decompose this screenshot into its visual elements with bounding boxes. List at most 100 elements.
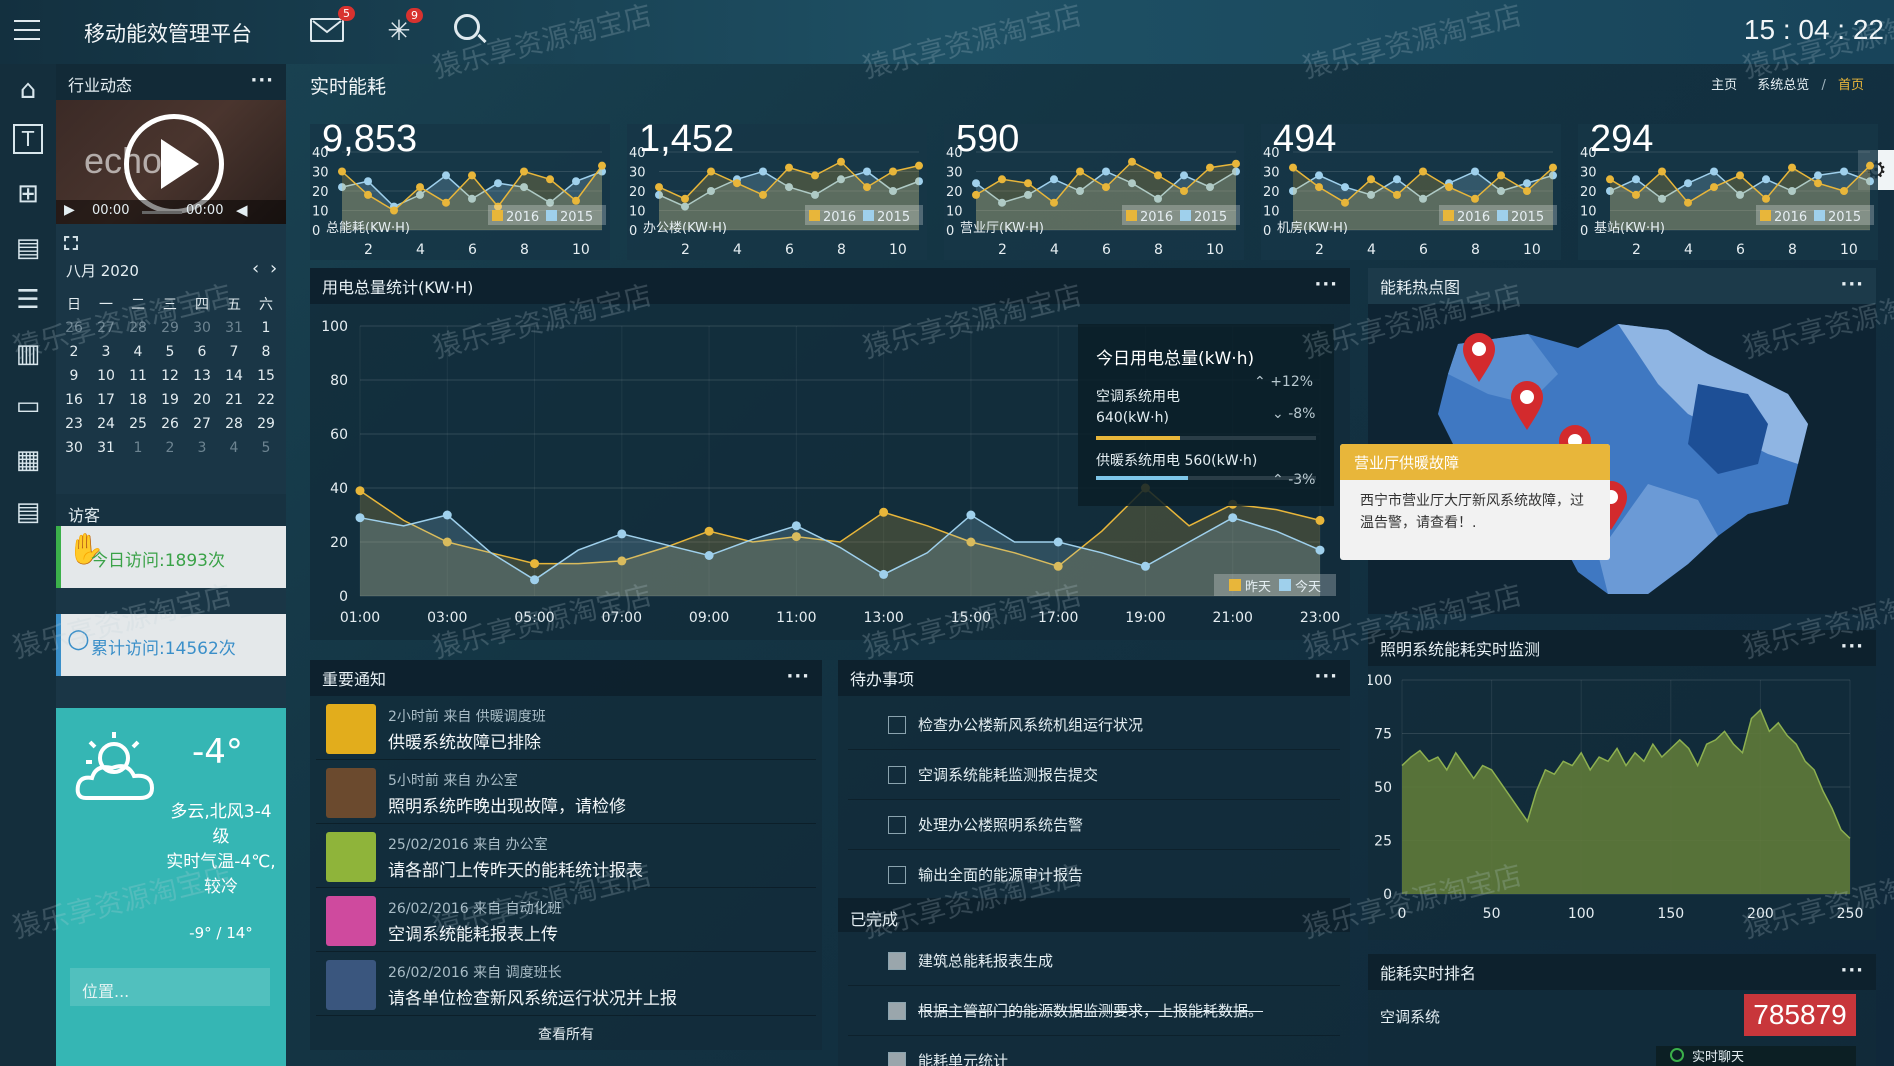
view-all-link[interactable]: 查看所有 xyxy=(310,1024,822,1044)
volume-icon[interactable]: ◀ xyxy=(236,201,248,219)
todo-item[interactable]: 空调系统能耗监测报告提交 xyxy=(848,750,1340,800)
calendar-day[interactable]: 7 xyxy=(218,340,250,364)
folder-icon[interactable]: ▭ xyxy=(10,388,46,424)
more-icon[interactable]: ··· xyxy=(1314,666,1338,687)
fullscreen-icon[interactable] xyxy=(64,236,78,250)
grid-icon[interactable]: ⊞ xyxy=(10,176,46,212)
chart-icon[interactable]: ▥ xyxy=(10,336,46,372)
more-icon[interactable]: ··· xyxy=(250,70,274,91)
todo-item[interactable]: 检查办公楼新风系统机组运行状况 xyxy=(848,700,1340,750)
x-tick-label: 0 xyxy=(1398,906,1407,922)
todo-checkbox[interactable] xyxy=(888,815,906,834)
notice-item[interactable]: 25/02/2016 来自 办公室 请各部门上传昨天的能耗统计报表 xyxy=(316,826,816,888)
calendar-day[interactable]: 30 xyxy=(186,316,218,340)
calendar-day[interactable]: 2 xyxy=(58,340,90,364)
calendar-day[interactable]: 4 xyxy=(218,436,250,460)
y-tick-label: 0 xyxy=(312,224,320,239)
calendar-day[interactable]: 6 xyxy=(186,340,218,364)
calendar-day[interactable]: 21 xyxy=(218,388,250,412)
mail-icon[interactable]: 5 xyxy=(310,6,355,42)
breadcrumb-current[interactable]: 首页 xyxy=(1838,78,1864,93)
todo-item[interactable]: 输出全面的能源审计报告 xyxy=(848,850,1340,900)
notice-item[interactable]: 26/02/2016 来自 自动化班 空调系统能耗报表上传 xyxy=(316,890,816,952)
calendar-day[interactable]: 15 xyxy=(250,364,282,388)
calendar-day[interactable]: 1 xyxy=(122,436,154,460)
done-checkbox[interactable] xyxy=(888,1001,906,1020)
calendar-day[interactable]: 29 xyxy=(154,316,186,340)
calendar-day[interactable]: 19 xyxy=(154,388,186,412)
prev-month-icon[interactable]: ‹ xyxy=(252,258,259,279)
chat-badge[interactable]: 实时聊天 xyxy=(1656,1046,1856,1066)
calendar-day[interactable]: 9 xyxy=(58,364,90,388)
calendar-day[interactable]: 4 xyxy=(122,340,154,364)
calendar-day[interactable]: 28 xyxy=(218,412,250,436)
calendar-day[interactable]: 16 xyxy=(58,388,90,412)
calendar-day[interactable]: 11 xyxy=(122,364,154,388)
calendar-day[interactable]: 27 xyxy=(186,412,218,436)
calendar-day[interactable]: 29 xyxy=(250,412,282,436)
home-icon[interactable]: ⌂ xyxy=(10,72,46,108)
calendar-day[interactable]: 27 xyxy=(90,316,122,340)
play-small-icon[interactable]: ▶ xyxy=(64,202,75,218)
more-icon[interactable]: ··· xyxy=(1840,274,1864,295)
calendar-day[interactable]: 12 xyxy=(154,364,186,388)
calendar-day[interactable]: 8 xyxy=(250,340,282,364)
calendar-day[interactable]: 3 xyxy=(186,436,218,460)
todo-checkbox[interactable] xyxy=(888,715,906,734)
todo-checkbox[interactable] xyxy=(888,865,906,884)
calendar-day[interactable]: 20 xyxy=(186,388,218,412)
calendar-day[interactable]: 30 xyxy=(58,436,90,460)
more-icon[interactable]: ··· xyxy=(1314,274,1338,295)
legend-swatch xyxy=(1126,210,1137,221)
layout-icon[interactable]: ▤ xyxy=(10,494,46,530)
alert-icon[interactable]: ✳ 9 xyxy=(382,8,423,48)
play-icon[interactable] xyxy=(124,114,224,214)
calendar-icon[interactable]: ▦ xyxy=(10,442,46,478)
more-icon[interactable]: ··· xyxy=(1840,636,1864,657)
calendar-day[interactable]: 31 xyxy=(90,436,122,460)
more-icon[interactable]: ··· xyxy=(1840,960,1864,981)
calendar-day[interactable]: 31 xyxy=(218,316,250,340)
done-item[interactable]: 根据主管部门的能源数据监测要求，上报能耗数据。 xyxy=(848,986,1340,1036)
breadcrumb-overview[interactable]: 系统总览 xyxy=(1757,78,1809,93)
notice-item[interactable]: 2小时前 来自 供暖调度班 供暖系统故障已排除 xyxy=(316,698,816,760)
next-month-icon[interactable]: › xyxy=(270,258,277,279)
todo-label: 检查办公楼新风系统机组运行状况 xyxy=(918,716,1144,734)
calendar-day[interactable]: 28 xyxy=(122,316,154,340)
more-icon[interactable]: ··· xyxy=(786,666,810,687)
list-icon[interactable]: ☰ xyxy=(10,282,46,318)
calendar-day[interactable]: 22 xyxy=(250,388,282,412)
calendar-day[interactable]: 2 xyxy=(154,436,186,460)
notice-item[interactable]: 26/02/2016 来自 调度班长 请各单位检查新风系统运行状况并上报 xyxy=(316,954,816,1016)
calendar-day[interactable]: 13 xyxy=(186,364,218,388)
x-tick-label: 6 xyxy=(468,242,477,258)
calendar-day[interactable]: 1 xyxy=(250,316,282,340)
todo-checkbox[interactable] xyxy=(888,765,906,784)
calendar-day[interactable]: 17 xyxy=(90,388,122,412)
calendar-day[interactable]: 23 xyxy=(58,412,90,436)
calendar-day[interactable]: 26 xyxy=(154,412,186,436)
video-progress[interactable] xyxy=(142,211,182,214)
y-tick-label: 30 xyxy=(629,166,646,181)
done-item[interactable]: 能耗单元统计 xyxy=(848,1036,1340,1066)
location-field[interactable]: 位置... xyxy=(70,968,270,1006)
calendar-day[interactable]: 25 xyxy=(122,412,154,436)
calendar-day[interactable]: 18 xyxy=(122,388,154,412)
calendar-day[interactable]: 10 xyxy=(90,364,122,388)
menu-icon[interactable] xyxy=(14,20,40,40)
calendar-day[interactable]: 3 xyxy=(90,340,122,364)
breadcrumb-home[interactable]: 主页 xyxy=(1711,78,1737,93)
text-icon[interactable]: T xyxy=(13,124,43,154)
calendar-day[interactable]: 24 xyxy=(90,412,122,436)
notice-item[interactable]: 5小时前 来自 办公室 照明系统昨晚出现故障，请检修 xyxy=(316,762,816,824)
search-icon[interactable] xyxy=(454,14,487,44)
calendar-day[interactable]: 5 xyxy=(250,436,282,460)
done-checkbox[interactable] xyxy=(888,1051,906,1066)
calendar-day[interactable]: 14 xyxy=(218,364,250,388)
calendar-day[interactable]: 26 xyxy=(58,316,90,340)
todo-item[interactable]: 处理办公楼照明系统告警 xyxy=(848,800,1340,850)
calendar-day[interactable]: 5 xyxy=(154,340,186,364)
done-item[interactable]: 建筑总能耗报表生成 xyxy=(848,936,1340,986)
done-checkbox[interactable] xyxy=(888,951,906,970)
document-icon[interactable]: ▤ xyxy=(10,230,46,266)
